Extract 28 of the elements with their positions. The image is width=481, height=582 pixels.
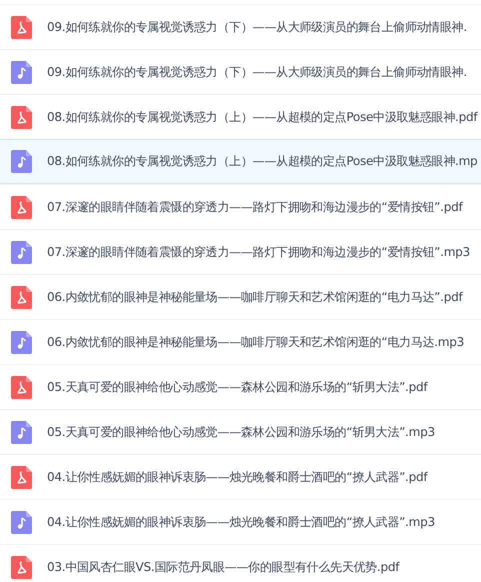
- file-name: 09.如何练就你的专属视觉诱惑力（下）——从大师级演员的舞台上偷师动情眼神.: [47, 64, 467, 80]
- file-name: 06.内敛忧郁的眼神是神秘能量场——咖啡厅聊天和艺术馆闲逛的“电力马达.mp3: [47, 334, 464, 350]
- file-name: 04.让你性感妩媚的眼神诉衷肠——烛光晚餐和爵士酒吧的“撩人武器”.mp3: [47, 514, 435, 530]
- audio-file-icon: [11, 150, 32, 173]
- audio-file-icon: [11, 240, 32, 264]
- pdf-file-icon: [11, 16, 32, 38]
- file-name: 07.深邃的眼睛伴随着震慑的穿透力——路灯下拥吻和海边漫步的“爱情按钮”.pdf: [47, 198, 462, 216]
- pdf-file-icon: [11, 376, 32, 398]
- file-name: 09.如何练就你的专属视觉诱惑力（下）——从大师级演员的舞台上偷师动情眼神.: [47, 18, 467, 36]
- file-name: 07.深邃的眼睛伴随着震慑的穿透力——路灯下拥吻和海边漫步的“爱情按钮”.mp3: [47, 244, 470, 260]
- pdf-file-icon: [11, 106, 32, 128]
- audio-file-icon: [11, 330, 32, 354]
- audio-file-icon: [11, 510, 32, 534]
- pdf-file-icon: [11, 196, 32, 218]
- audio-file-icon: [11, 420, 32, 444]
- file-row[interactable]: 03.中国风杏仁眼VS.国际范丹凤眼——你的眼型有什么先天优势.pdf: [0, 544, 481, 582]
- pdf-file-icon: [11, 466, 32, 488]
- audio-file-icon: [11, 60, 32, 84]
- file-name: 05.天真可爱的眼神给他心动感觉——森林公园和游乐场的“斩男大法”.pdf: [47, 378, 428, 396]
- file-name: 08.如何练就你的专属视觉诱惑力（上）——从超模的定点Pose中汲取魅惑眼神.mp: [47, 153, 478, 170]
- file-name: 04.让你性感妩媚的眼神诉衷肠——烛光晚餐和爵士酒吧的“撩人武器”.pdf: [47, 468, 428, 486]
- file-name: 05.天真可爱的眼神给他心动感觉——森林公园和游乐场的“斩男大法”.mp3: [47, 424, 435, 440]
- pdf-file-icon: [11, 556, 32, 578]
- file-row[interactable]: 08.如何练就你的专属视觉诱惑力（上）——从超模的定点Pose中汲取魅惑眼神.mp: [0, 139, 481, 184]
- file-name: 03.中国风杏仁眼VS.国际范丹凤眼——你的眼型有什么先天优势.pdf: [47, 558, 400, 576]
- file-name: 08.如何练就你的专属视觉诱惑力（上）——从超模的定点Pose中汲取魅惑眼神.pdf: [47, 108, 478, 126]
- pdf-file-icon: [11, 286, 32, 308]
- file-name: 06.内敛忧郁的眼神是神秘能量场——咖啡厅聊天和艺术馆闲逛的“电力马达”.pdf: [47, 288, 462, 306]
